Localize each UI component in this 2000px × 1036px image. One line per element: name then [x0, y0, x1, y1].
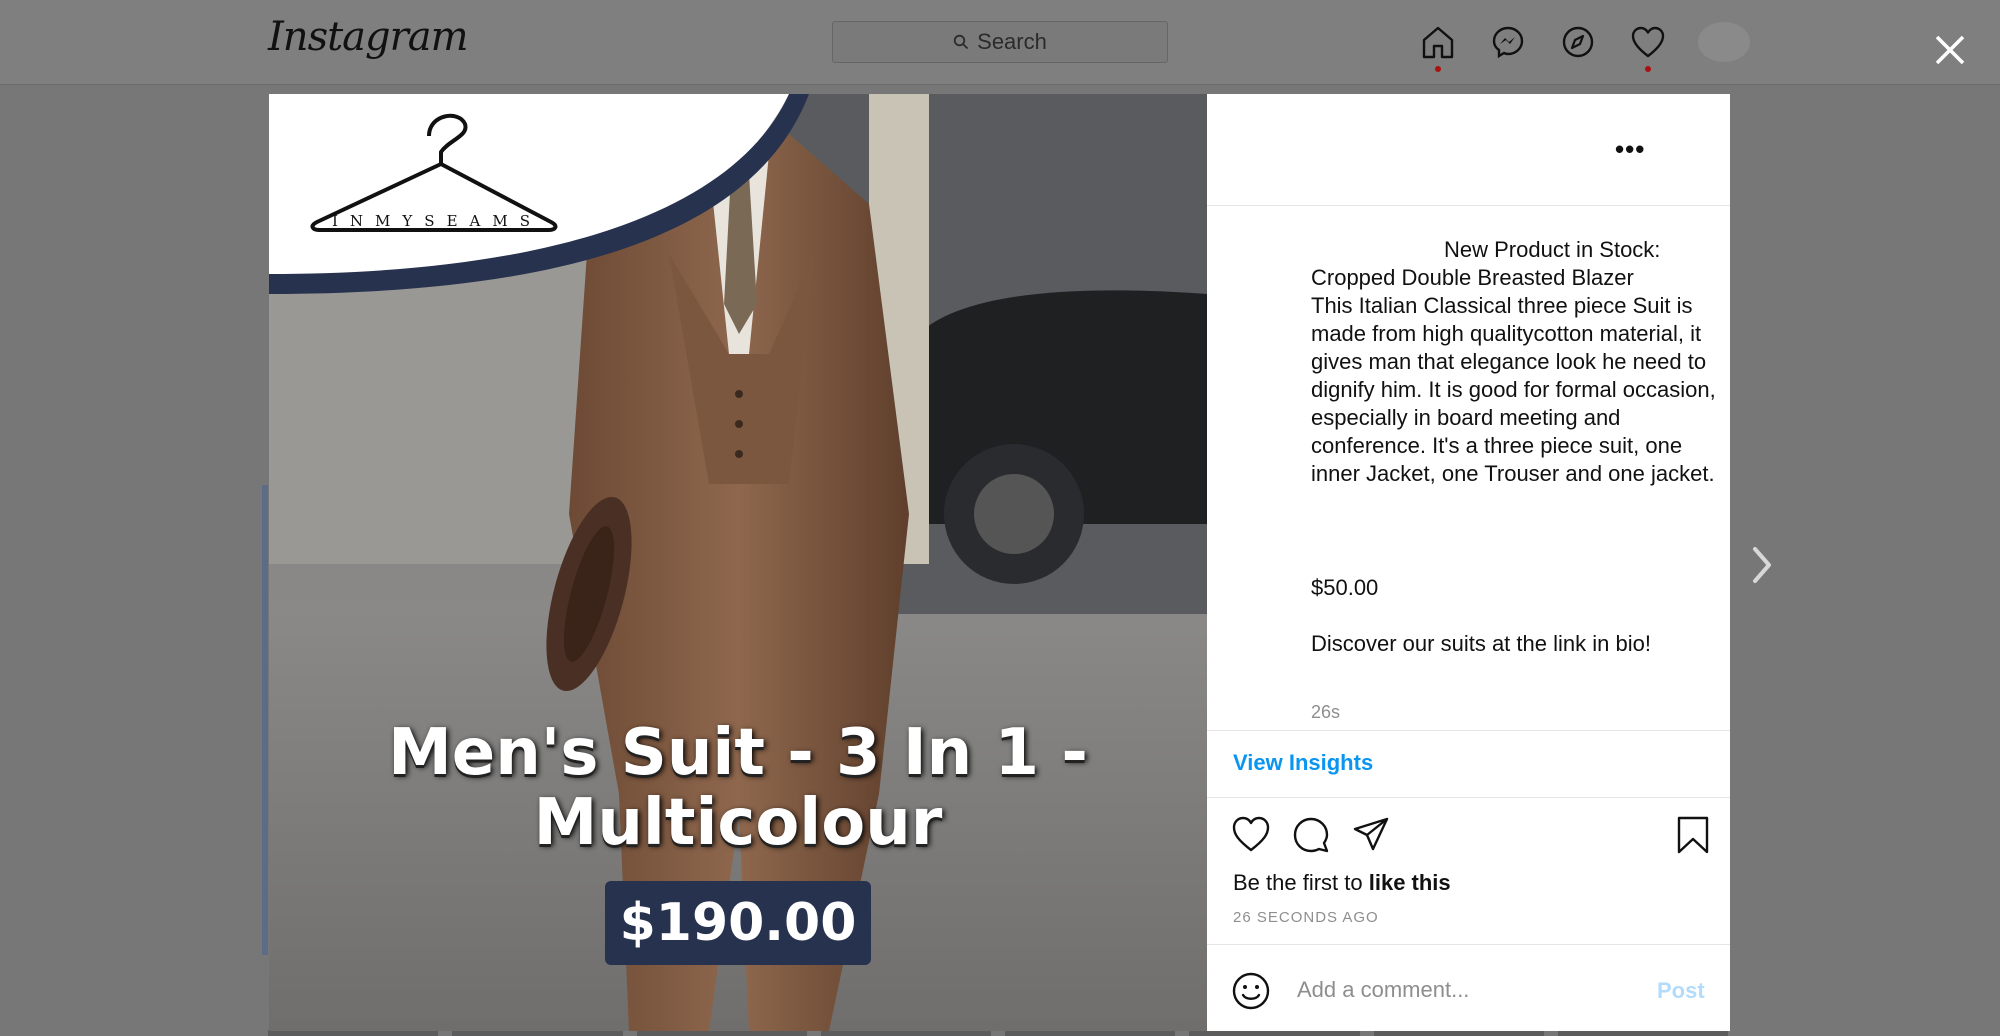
comment-icon[interactable] — [1291, 815, 1331, 855]
search-placeholder: Search — [977, 29, 1047, 54]
activity-notification-dot — [1645, 66, 1651, 72]
post-comment-button[interactable]: Post — [1657, 978, 1705, 1004]
heart-icon[interactable] — [1628, 22, 1668, 72]
action-bar — [1207, 797, 1730, 862]
instagram-logo[interactable]: Instagram — [268, 14, 469, 60]
caption-timestamp: 26s — [1311, 702, 1341, 722]
home-icon[interactable] — [1418, 22, 1458, 72]
post-details-panel: ••• New Product in Stock: Cropped Double… — [1207, 94, 1730, 1031]
caption-cta: Discover our suits at the link in bio! — [1311, 631, 1651, 656]
caption-line: This Italian Classical three piece Suit … — [1311, 293, 1716, 486]
likes-text: Be the first to like this — [1233, 870, 1451, 896]
image-headline-line2: Multicolour — [533, 786, 943, 860]
comment-bar: Post — [1207, 944, 1730, 1032]
messenger-icon[interactable] — [1488, 22, 1528, 62]
comment-input[interactable] — [1295, 969, 1639, 1011]
like-heart-icon[interactable] — [1231, 815, 1271, 855]
caption-price: $50.00 — [1311, 575, 1379, 600]
explore-icon[interactable] — [1558, 22, 1598, 62]
emoji-icon[interactable] — [1231, 971, 1271, 1011]
post-modal: INMYSEAMS Men's Suit - 3 In 1 - Multicol… — [269, 94, 1730, 1031]
nav-icons — [1418, 22, 1750, 72]
brand-name: INMYSEAMS — [331, 212, 542, 230]
insights-row: View Insights — [1207, 730, 1730, 798]
more-options-button[interactable]: ••• — [1615, 134, 1645, 165]
close-button[interactable] — [1930, 30, 1970, 70]
caption-line: Cropped Double Breasted Blazer — [1311, 265, 1634, 290]
search-icon — [953, 34, 969, 50]
chevron-right-icon — [1753, 547, 1771, 583]
home-notification-dot — [1435, 66, 1441, 72]
next-post-button[interactable] — [1742, 540, 1782, 590]
caption-text: New Product in Stock: Cropped Double Bre… — [1311, 236, 1716, 658]
search-box[interactable]: Search — [832, 21, 1168, 63]
close-icon — [1935, 35, 1965, 65]
caption-area: New Product in Stock: Cropped Double Bre… — [1207, 206, 1730, 729]
post-time: 26 SECONDS AGO — [1233, 909, 1379, 926]
caption-line: New Product in Stock: — [1444, 237, 1661, 262]
share-icon[interactable] — [1351, 815, 1391, 855]
top-navigation-bar: Instagram Search — [0, 0, 2000, 85]
like-this-link[interactable]: like this — [1369, 870, 1451, 895]
likes-prefix: Be the first to — [1233, 870, 1369, 895]
image-headline-line1: Men's Suit - 3 In 1 - — [388, 716, 1088, 790]
image-price-badge: $190.00 — [605, 881, 871, 965]
post-header: ••• — [1207, 94, 1730, 206]
previous-post-edge — [262, 485, 268, 955]
bookmark-icon[interactable] — [1673, 815, 1713, 855]
avatar[interactable] — [1698, 22, 1750, 62]
post-image[interactable]: INMYSEAMS Men's Suit - 3 In 1 - Multicol… — [269, 94, 1207, 1031]
view-insights-link[interactable]: View Insights — [1233, 750, 1373, 776]
